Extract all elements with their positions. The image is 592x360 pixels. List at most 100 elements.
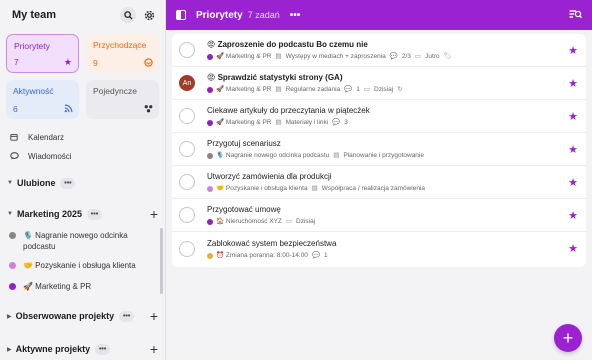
main-panel: Priorytety 7 zadań ••• 😡 Zaproszenie do …	[166, 0, 592, 360]
add-project-button[interactable]: +	[150, 308, 158, 324]
add-task-button[interactable]: +	[554, 324, 582, 352]
tile-single[interactable]: Pojedyncze	[86, 80, 159, 119]
task-subtasks: 2/3	[401, 53, 411, 60]
task-checkbox[interactable]	[179, 108, 195, 124]
search-icon[interactable]	[120, 7, 136, 23]
comment-icon: 💬	[311, 251, 321, 259]
project-item[interactable]: 🚀 Marketing & PR	[0, 281, 165, 294]
avatar[interactable]: An	[179, 75, 195, 91]
project-color-dot	[207, 54, 213, 60]
task-checkbox[interactable]	[179, 207, 195, 223]
task-row[interactable]: Zablokować system bezpieczeństwa ⏰ Zmian…	[172, 232, 586, 265]
more-icon[interactable]: •••	[60, 177, 76, 189]
tag-icon: 🏷	[443, 53, 452, 60]
section-icon: ▤	[275, 53, 282, 60]
task-row[interactable]: Ciekawe artykuły do przeczytania w piąte…	[172, 100, 586, 133]
project-item[interactable]: 🎙️ Nagranie nowego odcinka podcastu	[0, 230, 165, 254]
task-row[interactable]: Przygotować umowę 🏠 Nieruchomość XYZ ▭ D…	[172, 199, 586, 232]
priority-star-icon[interactable]: ★	[568, 110, 578, 123]
project-color-dot	[207, 87, 213, 93]
tile-priorities[interactable]: Priorytety 7 ★	[6, 34, 79, 73]
more-icon[interactable]: •••	[86, 208, 102, 220]
task-title[interactable]: Ciekawe artykuły do przeczytania w piąte…	[207, 105, 560, 116]
gear-icon[interactable]	[141, 7, 157, 23]
sidebar-scrollbar[interactable]	[160, 228, 163, 294]
inbox-icon	[144, 58, 153, 69]
comment-icon: 💬	[389, 53, 398, 60]
calendar-icon: ▭	[285, 218, 293, 225]
tile-activity[interactable]: Aktywność 6	[6, 80, 79, 119]
task-row[interactable]: Przygotuj scenariusz 🎙️ Nagranie nowego …	[172, 133, 586, 166]
priority-star-icon[interactable]: ★	[568, 143, 578, 156]
project-color-dot	[207, 252, 213, 259]
task-meta: 🚀 Marketing & PR ▤ Materiały i linki 💬 3	[207, 119, 560, 127]
task-project: 🚀 Marketing & PR	[216, 86, 272, 93]
task-checkbox[interactable]	[179, 174, 195, 190]
task-project: 🎙️ Nagranie nowego odcinka podcastu	[216, 152, 330, 159]
rss-icon	[64, 104, 73, 115]
tile-inbox[interactable]: Przychodzące 9	[86, 34, 159, 73]
task-meta: ⏰ Zmiana poranna: 8:00-14:00 💬 1	[207, 252, 560, 260]
priority-star-icon[interactable]: ★	[568, 44, 578, 57]
task-body: Przygotuj scenariusz 🎙️ Nagranie nowego …	[207, 138, 560, 160]
task-title[interactable]: Przygotować umowę	[207, 204, 560, 215]
section-label: Marketing 2025	[16, 209, 82, 219]
section-favorites[interactable]: ▼ Ulubione •••	[0, 172, 165, 194]
task-title[interactable]: 😡 Zaproszenie do podcastu Bo czemu nie	[207, 39, 560, 50]
sidebar-toggle-icon[interactable]	[176, 10, 186, 20]
section-active[interactable]: ▶ Aktywne projekty ••• +	[0, 338, 165, 360]
task-section: Współpraca / realizacja zamówienia	[321, 185, 426, 192]
task-row[interactable]: An 😡 Sprawdzić statystyki strony (GA) 🚀 …	[172, 67, 586, 100]
star-icon: ★	[63, 57, 72, 67]
tile-label: Przychodzące	[93, 40, 147, 50]
task-title[interactable]: 😡 Sprawdzić statystyki strony (GA)	[207, 72, 560, 83]
project-label: 🤝 Pozyskanie i obsługa klienta	[23, 261, 136, 270]
task-section: Regularne zadania	[285, 86, 341, 93]
calendar-icon: ▭	[414, 53, 422, 60]
project-label: 🎙️ Nagranie nowego odcinka podcastu	[23, 231, 128, 251]
page-title: Priorytety	[196, 9, 243, 21]
more-icon[interactable]: •••	[95, 343, 111, 355]
add-project-button[interactable]: +	[150, 341, 158, 357]
tile-count: 6	[13, 104, 18, 114]
task-row[interactable]: Utworzyć zamówienia dla produkcji 🤝 Pozy…	[172, 166, 586, 199]
more-icon[interactable]: •••	[290, 10, 301, 21]
task-section: Materiały i linki	[285, 119, 329, 126]
task-body: 😡 Sprawdzić statystyki strony (GA) 🚀 Mar…	[207, 72, 560, 94]
task-section: Planowanie i przygotowanie	[343, 152, 424, 159]
section-icon: ▤	[333, 152, 340, 159]
priority-star-icon[interactable]: ★	[568, 242, 578, 255]
project-item[interactable]: 🤝 Pozyskanie i obsługa klienta	[0, 260, 165, 273]
sidebar-item-calendar[interactable]: Kalendarz	[0, 128, 165, 147]
section-icon: ▤	[275, 86, 282, 93]
more-icon[interactable]: •••	[119, 310, 135, 322]
filter-tiles: Priorytety 7 ★ Przychodzące 9 Aktywność …	[0, 30, 165, 119]
task-checkbox[interactable]	[179, 141, 195, 157]
team-name[interactable]: My team	[12, 9, 115, 21]
project-color-dot	[9, 262, 16, 269]
priority-star-icon[interactable]: ★	[568, 209, 578, 222]
caret-down-icon: ▼	[7, 180, 13, 186]
section-label: Ulubione	[16, 178, 56, 188]
task-checkbox[interactable]	[179, 42, 195, 58]
section-icon: ▤	[275, 119, 282, 126]
sidebar: My team Priorytety 7 ★ Przychodzące 9 Ak…	[0, 0, 166, 360]
sidebar-item-messages[interactable]: Wiadomości	[0, 147, 165, 166]
task-title[interactable]: Utworzyć zamówienia dla produkcji	[207, 171, 560, 182]
task-title[interactable]: Przygotuj scenariusz	[207, 138, 560, 149]
priority-star-icon[interactable]: ★	[568, 77, 578, 90]
task-row[interactable]: 😡 Zaproszenie do podcastu Bo czemu nie 🚀…	[172, 34, 586, 67]
dots-icon	[144, 104, 153, 115]
project-color-dot	[9, 283, 16, 290]
task-checkbox[interactable]	[179, 240, 195, 257]
sidebar-item-label: Kalendarz	[28, 133, 65, 142]
task-due: Jutro	[425, 53, 440, 60]
tile-label: Priorytety	[14, 41, 50, 51]
section-observed[interactable]: ▶ Obserwowane projekty ••• +	[0, 305, 165, 327]
add-project-button[interactable]: +	[150, 206, 158, 222]
filter-icon[interactable]	[569, 9, 582, 22]
priority-star-icon[interactable]: ★	[568, 176, 578, 189]
section-marketing[interactable]: ▼ Marketing 2025 ••• +	[0, 203, 165, 225]
tile-label: Aktywność	[13, 86, 54, 96]
task-title[interactable]: Zablokować system bezpieczeństwa	[207, 238, 560, 249]
